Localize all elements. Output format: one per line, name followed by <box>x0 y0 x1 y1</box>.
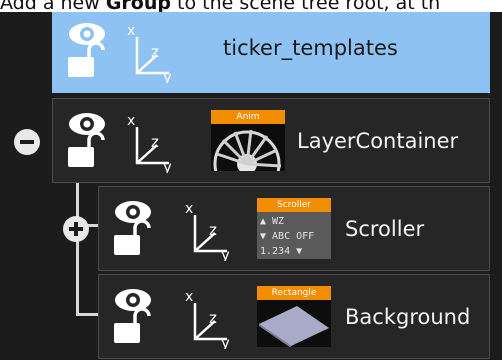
axis-z-label: z <box>209 221 217 239</box>
axis-y-label: y <box>221 334 229 349</box>
tree-node-background[interactable]: x z y Rectangle Background <box>98 274 490 359</box>
tree-node-layercontainer[interactable]: x z y Anim LayerContainer <box>52 98 490 183</box>
visibility-lock-icon[interactable] <box>65 111 113 169</box>
tree-connector-vertical <box>76 174 79 316</box>
scene-tree: x z y ticker_templates x z y Anim LayerC… <box>0 12 502 360</box>
axis-y-label: y <box>221 246 229 261</box>
instruction-caption: Add a new Group to the scene tree root, … <box>0 0 502 13</box>
anim-thumbnail[interactable]: Anim <box>211 110 285 171</box>
tree-node-scroller[interactable]: x z y Scroller ▲ WZ ▼ ABC OFF 1.234 ▼ Sc… <box>98 186 490 271</box>
axis-z-label: z <box>151 133 159 151</box>
axis-y-label: y <box>163 68 171 83</box>
tree-connector-background <box>76 313 100 316</box>
expand-toggle-icon[interactable] <box>63 216 89 242</box>
visibility-lock-icon[interactable] <box>65 21 113 79</box>
tree-node-ticker-templates[interactable]: x z y ticker_templates <box>52 12 490 93</box>
visibility-lock-icon[interactable] <box>111 287 159 345</box>
rectangle-plane-icon <box>257 300 331 347</box>
axis-x-label: x <box>185 201 193 217</box>
anim-wheel-icon <box>211 124 285 171</box>
axis-gizmo-icon: x z y <box>185 289 229 349</box>
axis-x-label: x <box>185 289 193 305</box>
thumbnail-tag: Anim <box>211 110 285 124</box>
visibility-lock-icon[interactable] <box>111 199 159 257</box>
tree-node-label: Scroller <box>345 217 425 241</box>
axis-z-label: z <box>209 309 217 327</box>
tree-node-label: LayerContainer <box>297 129 459 153</box>
axis-z-label: z <box>151 43 159 61</box>
axis-gizmo-icon: x z y <box>185 201 229 261</box>
scroller-thumbnail[interactable]: Scroller ▲ WZ ▼ ABC OFF 1.234 ▼ <box>257 198 331 259</box>
scroller-plugin-icon: ▲ WZ ▼ ABC OFF 1.234 ▼ <box>257 212 331 259</box>
tree-node-label: ticker_templates <box>223 36 398 60</box>
axis-gizmo-icon: x z y <box>127 23 171 83</box>
scroller-line-1: ▲ WZ <box>260 216 284 227</box>
collapse-toggle-icon[interactable] <box>14 129 40 155</box>
thumbnail-tag: Scroller <box>257 198 331 212</box>
axis-x-label: x <box>127 23 135 39</box>
scroller-line-3: 1.234 ▼ <box>260 246 302 257</box>
thumbnail-tag: Rectangle <box>257 286 331 300</box>
rectangle-thumbnail[interactable]: Rectangle <box>257 286 331 347</box>
axis-y-label: y <box>163 158 171 173</box>
tree-node-label: Background <box>345 305 471 329</box>
axis-x-label: x <box>127 113 135 129</box>
axis-gizmo-icon: x z y <box>127 113 171 173</box>
scroller-line-2: ▼ ABC OFF <box>260 231 314 242</box>
